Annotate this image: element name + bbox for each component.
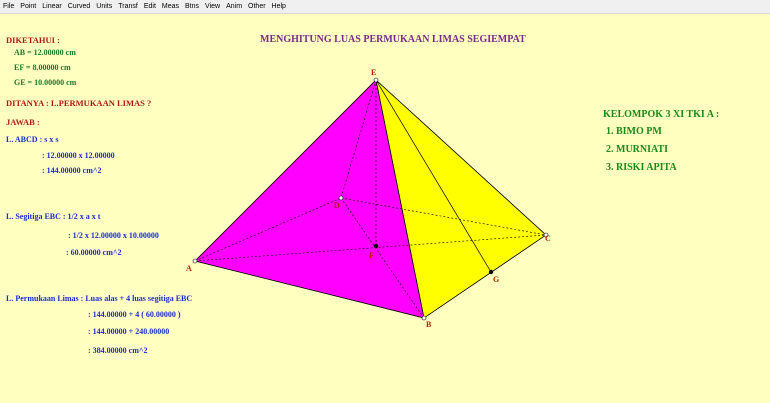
ditanya-text: DITANYA : L.PERMUKAAN LIMAS ? [6,98,152,108]
label-e: E [371,68,376,77]
menu-other[interactable]: Other [245,3,269,10]
menu-transf[interactable]: Transf [115,3,141,10]
given-ab: AB = 12.00000 cm [14,48,76,57]
label-g: G [493,275,499,284]
jawab-heading: JAWAB : [6,117,40,127]
sketch-canvas[interactable]: A B C D E F G [0,14,770,403]
point-e[interactable] [373,77,379,83]
label-a: A [186,264,192,273]
menu-linear[interactable]: Linear [39,3,64,10]
label-f: F [369,251,374,260]
menu-anim[interactable]: Anim [223,3,245,10]
given-ef: EF = 8.00000 cm [14,63,71,72]
point-a[interactable] [192,258,198,264]
diketahui-heading: DIKETAHUI : [6,35,60,45]
point-d[interactable] [338,195,344,201]
surface-label: L. Permukaan Limas : Luas alas + 4 luas … [6,294,193,303]
abcd-label: L. ABCD : s x s [6,135,59,144]
given-ge: GE = 10.00000 cm [14,78,77,87]
menu-edit[interactable]: Edit [141,3,159,10]
group-heading: KELOMPOK 3 XI TKI A : [603,109,720,120]
pyramid-figure[interactable]: A B C D E F G [0,14,770,403]
menu-bar: File Point Linear Curved Units Transf Ed… [0,0,770,14]
point-g[interactable] [488,269,494,275]
menu-meas[interactable]: Meas [159,3,182,10]
label-c: C [545,234,551,243]
ebc-label: L. Segitiga EBC : 1/2 x a x t [6,212,101,221]
menu-btns[interactable]: Btns [182,3,202,10]
ebc-line2: : 60.00000 cm^2 [66,248,122,257]
menu-view[interactable]: View [202,3,223,10]
menu-point[interactable]: Point [17,3,39,10]
group-member-1: 1. BIMO PM [606,126,662,137]
surface-line3: : 384.00000 cm^2 [88,346,148,355]
point-f[interactable] [373,243,379,249]
group-member-3: 3. RISKI APITA [606,162,677,173]
group-member-2: 2. MURNIATI [606,144,669,155]
menu-help[interactable]: Help [269,3,289,10]
surface-line2: : 144.00000 + 240.00000 [88,327,170,336]
menu-file[interactable]: File [0,3,17,10]
label-d: D [334,201,340,210]
page-title: MENGHITUNG LUAS PERMUKAAN LIMAS SEGIEMPA… [260,34,526,45]
menu-units[interactable]: Units [93,3,115,10]
abcd-line1: : 12.00000 x 12.00000 [42,151,115,160]
ebc-line1: : 1/2 x 12.00000 x 10.00000 [68,231,159,240]
label-b: B [426,320,432,329]
surface-line1: : 144.00000 + 4 ( 60.00000 ) [88,310,181,319]
abcd-line2: : 144.00000 cm^2 [42,166,102,175]
menu-curved[interactable]: Curved [65,3,94,10]
